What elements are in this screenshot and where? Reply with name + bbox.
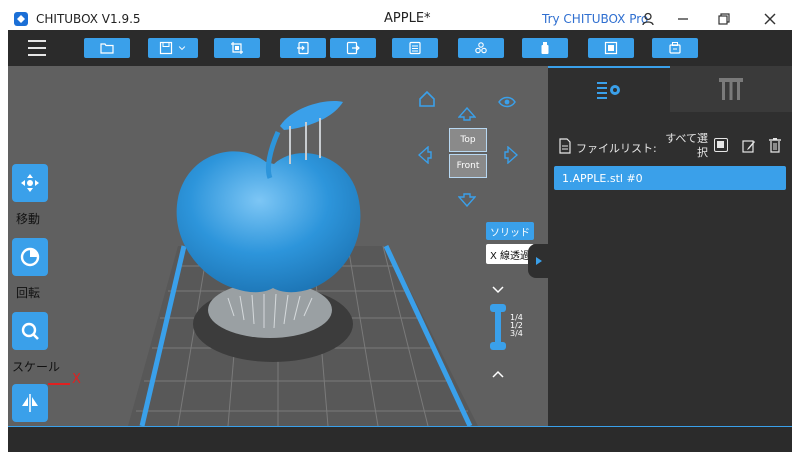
home-view-icon[interactable] <box>418 90 436 112</box>
scale-label: スケール <box>12 360 61 374</box>
support-structure-icon <box>719 78 743 100</box>
menu-icon[interactable] <box>28 40 46 56</box>
panel-tabs <box>548 66 792 112</box>
select-all-label[interactable]: すべて選択 <box>660 132 708 160</box>
right-panel: ファイルリスト: すべて選択 1.APPLE.stl #0 <box>548 66 792 426</box>
tab-model-settings[interactable] <box>548 66 670 112</box>
move-tool[interactable]: 移動 <box>12 164 48 227</box>
move-label: 移動 <box>16 212 41 226</box>
xray-mode-button[interactable]: X 線透過 <box>486 244 534 264</box>
rotate-button[interactable] <box>12 238 48 276</box>
caret-right-icon <box>536 257 542 265</box>
cube-top-face[interactable]: Top <box>449 128 487 152</box>
folder-icon <box>100 43 114 54</box>
export-icon <box>346 41 360 55</box>
rotate-tool[interactable]: 回転 <box>12 238 48 301</box>
minimize-icon[interactable] <box>673 10 693 28</box>
status-bar <box>8 426 792 452</box>
edit-icon[interactable] <box>742 138 756 157</box>
restore-icon[interactable] <box>714 10 734 28</box>
rotate-icon <box>20 247 40 267</box>
scale-icon <box>21 322 39 340</box>
bottle-icon <box>541 42 549 54</box>
file-icon <box>559 138 571 154</box>
app-logo-icon <box>14 12 28 26</box>
list-icon <box>409 41 421 55</box>
slice-button[interactable] <box>588 38 634 58</box>
main-toolbar <box>8 30 792 66</box>
app-name: CHITUBOX V1.9.5 <box>36 12 141 26</box>
apple-model[interactable] <box>176 101 361 293</box>
export-button[interactable] <box>330 38 376 58</box>
file-list-header: ファイルリスト: すべて選択 <box>556 132 784 162</box>
mirror-icon <box>22 394 38 412</box>
account-icon[interactable] <box>638 10 658 28</box>
layers-button[interactable] <box>522 38 568 58</box>
support-raft <box>208 282 332 338</box>
rotate-right-icon[interactable] <box>504 145 519 168</box>
save-icon <box>159 41 173 55</box>
file-list-label: ファイルリスト: <box>576 142 657 155</box>
x-axis-label: X <box>72 372 81 387</box>
printer-icon <box>669 42 681 54</box>
mirror-button[interactable] <box>12 384 48 422</box>
supports-button[interactable] <box>458 38 504 58</box>
rotate-label: 回転 <box>16 286 41 300</box>
settings-button[interactable] <box>652 38 698 58</box>
panel-collapse-tab[interactable] <box>528 244 548 278</box>
slice-icon <box>604 41 618 55</box>
tick-three-quarter: 3/4 <box>510 329 523 338</box>
file-list-item[interactable]: 1.APPLE.stl #0 <box>554 166 786 190</box>
rotate-down-icon[interactable] <box>457 192 477 211</box>
close-icon[interactable] <box>760 10 780 28</box>
scale-button[interactable] <box>12 312 48 350</box>
delete-icon[interactable] <box>768 137 782 157</box>
import-icon <box>297 41 309 55</box>
list-gear-icon <box>597 82 620 99</box>
try-pro-link[interactable]: Try CHITUBOX Pro <box>542 12 648 26</box>
cube-front-face[interactable]: Front <box>449 154 487 178</box>
layer-ticks: 1/4 1/2 3/4 <box>510 314 523 338</box>
select-all-checkbox[interactable] <box>714 138 728 152</box>
title-bar: CHITUBOX V1.9.5 APPLE* Try CHITUBOX Pro <box>8 8 792 30</box>
solid-mode-button[interactable]: ソリッド <box>486 222 534 240</box>
scale-tool[interactable]: スケール <box>12 312 60 375</box>
import-button[interactable] <box>280 38 326 58</box>
move-icon <box>21 174 39 192</box>
tab-supports[interactable] <box>670 66 792 112</box>
layer-slider[interactable] <box>490 304 506 350</box>
mirror-tool[interactable] <box>12 384 48 422</box>
open-file-button[interactable] <box>84 38 130 58</box>
save-button[interactable] <box>148 38 198 58</box>
3d-viewport[interactable]: X 移動 回転 スケール Top Front ソリッド X 線透過 1/4 1/… <box>8 66 548 426</box>
supports-icon <box>475 42 487 54</box>
crop-icon <box>231 42 243 54</box>
visibility-icon[interactable] <box>498 94 516 113</box>
document-title: APPLE* <box>384 11 431 26</box>
move-button[interactable] <box>12 164 48 202</box>
rotate-left-icon[interactable] <box>417 145 432 168</box>
rotate-up-icon[interactable] <box>457 106 477 125</box>
layer-down-icon[interactable] <box>492 280 504 299</box>
chevron-down-icon <box>178 46 186 51</box>
layer-up-icon[interactable] <box>492 364 504 383</box>
crop-button[interactable] <box>214 38 260 58</box>
list-button[interactable] <box>392 38 438 58</box>
